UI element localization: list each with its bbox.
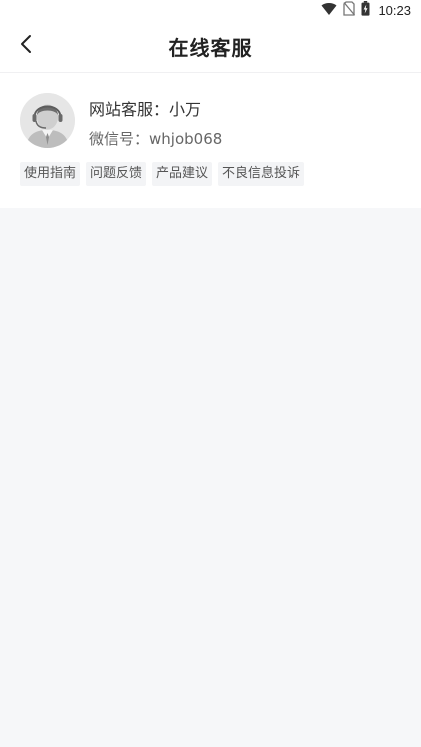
wechat-row: 微信号：whjob068 <box>89 128 222 149</box>
no-sim-icon <box>343 0 356 20</box>
agent-name-row: 网站客服：小万 <box>89 96 201 120</box>
status-time: 10:23 <box>378 2 411 18</box>
topic-tags: 使用指南 问题反馈 产品建议 不良信息投诉 <box>20 162 305 186</box>
tag-usage-guide[interactable]: 使用指南 <box>20 162 81 186</box>
battery-charging-icon <box>361 0 370 20</box>
agent-label: 网站客服： <box>89 100 170 119</box>
service-card: 网站客服：小万 微信号：whjob068 使用指南 问题反馈 产品建议 不良信息… <box>0 73 421 208</box>
status-bar: 10:23 <box>0 0 421 20</box>
page-title: 在线客服 <box>168 36 253 60</box>
nav-bar: 在线客服 <box>0 20 421 73</box>
tag-product-suggestion[interactable]: 产品建议 <box>152 162 213 186</box>
agent-name: 小万 <box>169 100 202 119</box>
empty-content-area <box>0 208 421 747</box>
wechat-id[interactable]: whjob068 <box>149 130 222 148</box>
customer-service-agent-icon <box>20 93 75 148</box>
status-icons: 10:23 <box>321 0 411 20</box>
avatar <box>20 93 75 148</box>
wechat-label: 微信号： <box>89 130 150 148</box>
wifi-icon <box>321 1 337 20</box>
tag-feedback[interactable]: 问题反馈 <box>86 162 147 186</box>
tag-report-harmful-info[interactable]: 不良信息投诉 <box>218 162 305 186</box>
